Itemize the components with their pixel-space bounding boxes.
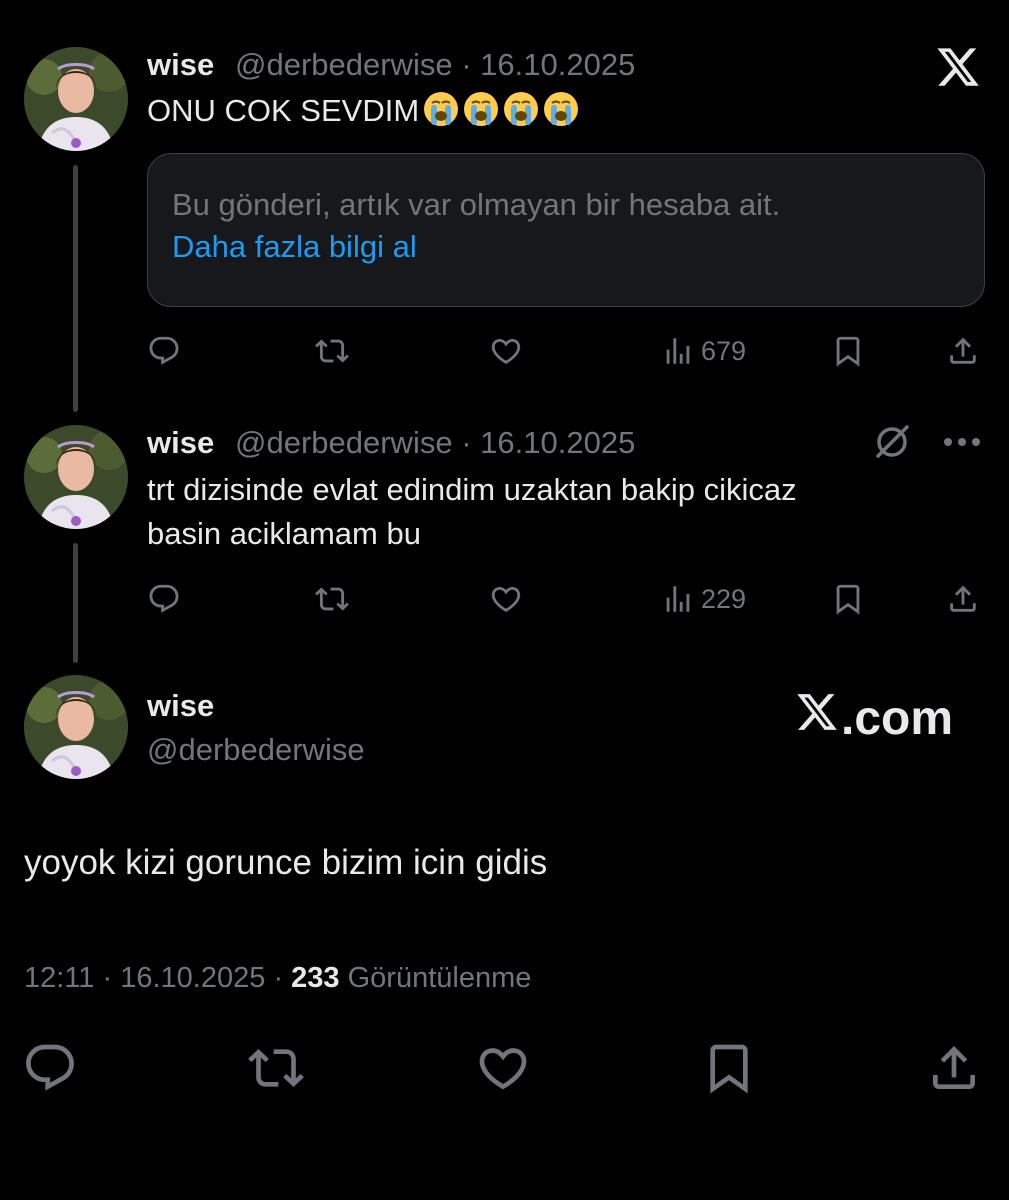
unavailable-post-text: Bu gönderi, artık var olmayan bir hesaba…: [172, 187, 781, 222]
author-name[interactable]: wise: [147, 47, 214, 83]
loudly-crying-face-icon: [503, 91, 539, 127]
repost-button[interactable]: [315, 579, 349, 619]
views-count: 229: [701, 583, 747, 614]
more-icon: [942, 438, 982, 463]
views-count: 233: [291, 962, 340, 994]
x-com-brand: .com: [795, 690, 953, 746]
avatar[interactable]: [24, 47, 128, 151]
views-label: Görüntülenme: [347, 962, 532, 994]
bookmark-button[interactable]: [831, 579, 865, 619]
more-button[interactable]: [942, 425, 982, 464]
bookmark-icon: [701, 1040, 757, 1096]
learn-more-link[interactable]: Daha fazla bilgi al: [172, 226, 960, 268]
tweet-text: yoyok kizi gorunce bizim icin gidis: [24, 843, 548, 882]
author-handle[interactable]: @derbederwise: [235, 425, 453, 460]
reply-button[interactable]: [22, 1040, 78, 1096]
tweet-footer-meta: 12:11 · 16.10.2025 · 233 Görüntülenme: [24, 962, 531, 995]
like-button[interactable]: [489, 579, 523, 619]
tweet-actions: 679: [147, 331, 987, 371]
repost-icon: [315, 582, 349, 616]
grok-button[interactable]: [872, 422, 912, 467]
repost-icon: [315, 334, 349, 368]
tweet-text: ONU COK SEVDIM: [147, 89, 579, 133]
repost-icon: [248, 1040, 304, 1096]
views-icon: [661, 582, 695, 616]
repost-button[interactable]: [315, 331, 349, 371]
reply-icon: [147, 582, 181, 616]
avatar[interactable]: [24, 675, 128, 779]
like-icon: [489, 334, 523, 368]
thread-line: [73, 165, 78, 412]
share-icon: [946, 334, 980, 368]
reply-button[interactable]: [147, 331, 181, 371]
meta-separator: ·: [461, 425, 472, 460]
repost-button[interactable]: [248, 1040, 304, 1096]
bookmark-button[interactable]: [701, 1040, 757, 1096]
tweet-date[interactable]: 16.10.2025: [480, 425, 635, 460]
unavailable-post-card: Bu gönderi, artık var olmayan bir hesaba…: [147, 153, 985, 307]
tweet-text-content: ONU COK SEVDIM: [147, 93, 420, 128]
loudly-crying-face-icon: [423, 91, 459, 127]
meta-separator: ·: [273, 962, 284, 994]
tweet-date[interactable]: 16.10.2025: [120, 962, 265, 994]
avatar[interactable]: [24, 425, 128, 529]
meta-separator: ·: [461, 47, 472, 82]
like-button[interactable]: [475, 1040, 531, 1096]
main-tweet-actions: [0, 1040, 1009, 1096]
reply-icon: [22, 1040, 78, 1096]
brand-text: .com: [841, 691, 954, 745]
share-icon: [946, 582, 980, 616]
tweet-text-line: trt dizisinde evlat edindim uzaktan baki…: [147, 472, 797, 507]
bookmark-icon: [831, 334, 865, 368]
bookmark-button[interactable]: [831, 331, 865, 371]
tweet-text-line: basin aciklamam bu: [147, 516, 421, 551]
views-count: 679: [701, 335, 747, 366]
author-name[interactable]: wise: [147, 688, 214, 724]
views-icon: [661, 334, 695, 368]
x-logo: [935, 44, 981, 95]
like-icon: [489, 582, 523, 616]
like-button[interactable]: [489, 331, 523, 371]
thread-line: [73, 543, 78, 663]
tweet-date[interactable]: 16.10.2025: [480, 47, 635, 82]
share-icon: [926, 1040, 982, 1096]
loudly-crying-face-icon: [543, 91, 579, 127]
like-icon: [475, 1040, 531, 1096]
reply-icon: [147, 334, 181, 368]
grok-icon: [872, 425, 912, 466]
share-button[interactable]: [926, 1040, 982, 1096]
share-button[interactable]: [946, 579, 980, 619]
bookmark-icon: [831, 582, 865, 616]
author-name[interactable]: wise: [147, 425, 214, 461]
tweet-meta: @derbederwise · 16.10.2025: [235, 47, 635, 83]
tweet-time[interactable]: 12:11: [24, 962, 94, 994]
share-button[interactable]: [946, 331, 980, 371]
tweet-meta: @derbederwise · 16.10.2025: [235, 425, 635, 461]
views-button[interactable]: 229: [661, 579, 746, 619]
author-handle[interactable]: @derbederwise: [235, 47, 453, 82]
reply-button[interactable]: [147, 579, 181, 619]
author-handle[interactable]: @derbederwise: [147, 732, 365, 768]
meta-separator: ·: [102, 962, 113, 994]
tweet-actions: 229: [147, 579, 987, 619]
tweet-text: trt dizisinde evlat edindim uzaktan baki…: [147, 468, 797, 556]
views-button[interactable]: 679: [661, 331, 746, 371]
loudly-crying-face-icon: [463, 91, 499, 127]
x-logo: [795, 690, 841, 746]
